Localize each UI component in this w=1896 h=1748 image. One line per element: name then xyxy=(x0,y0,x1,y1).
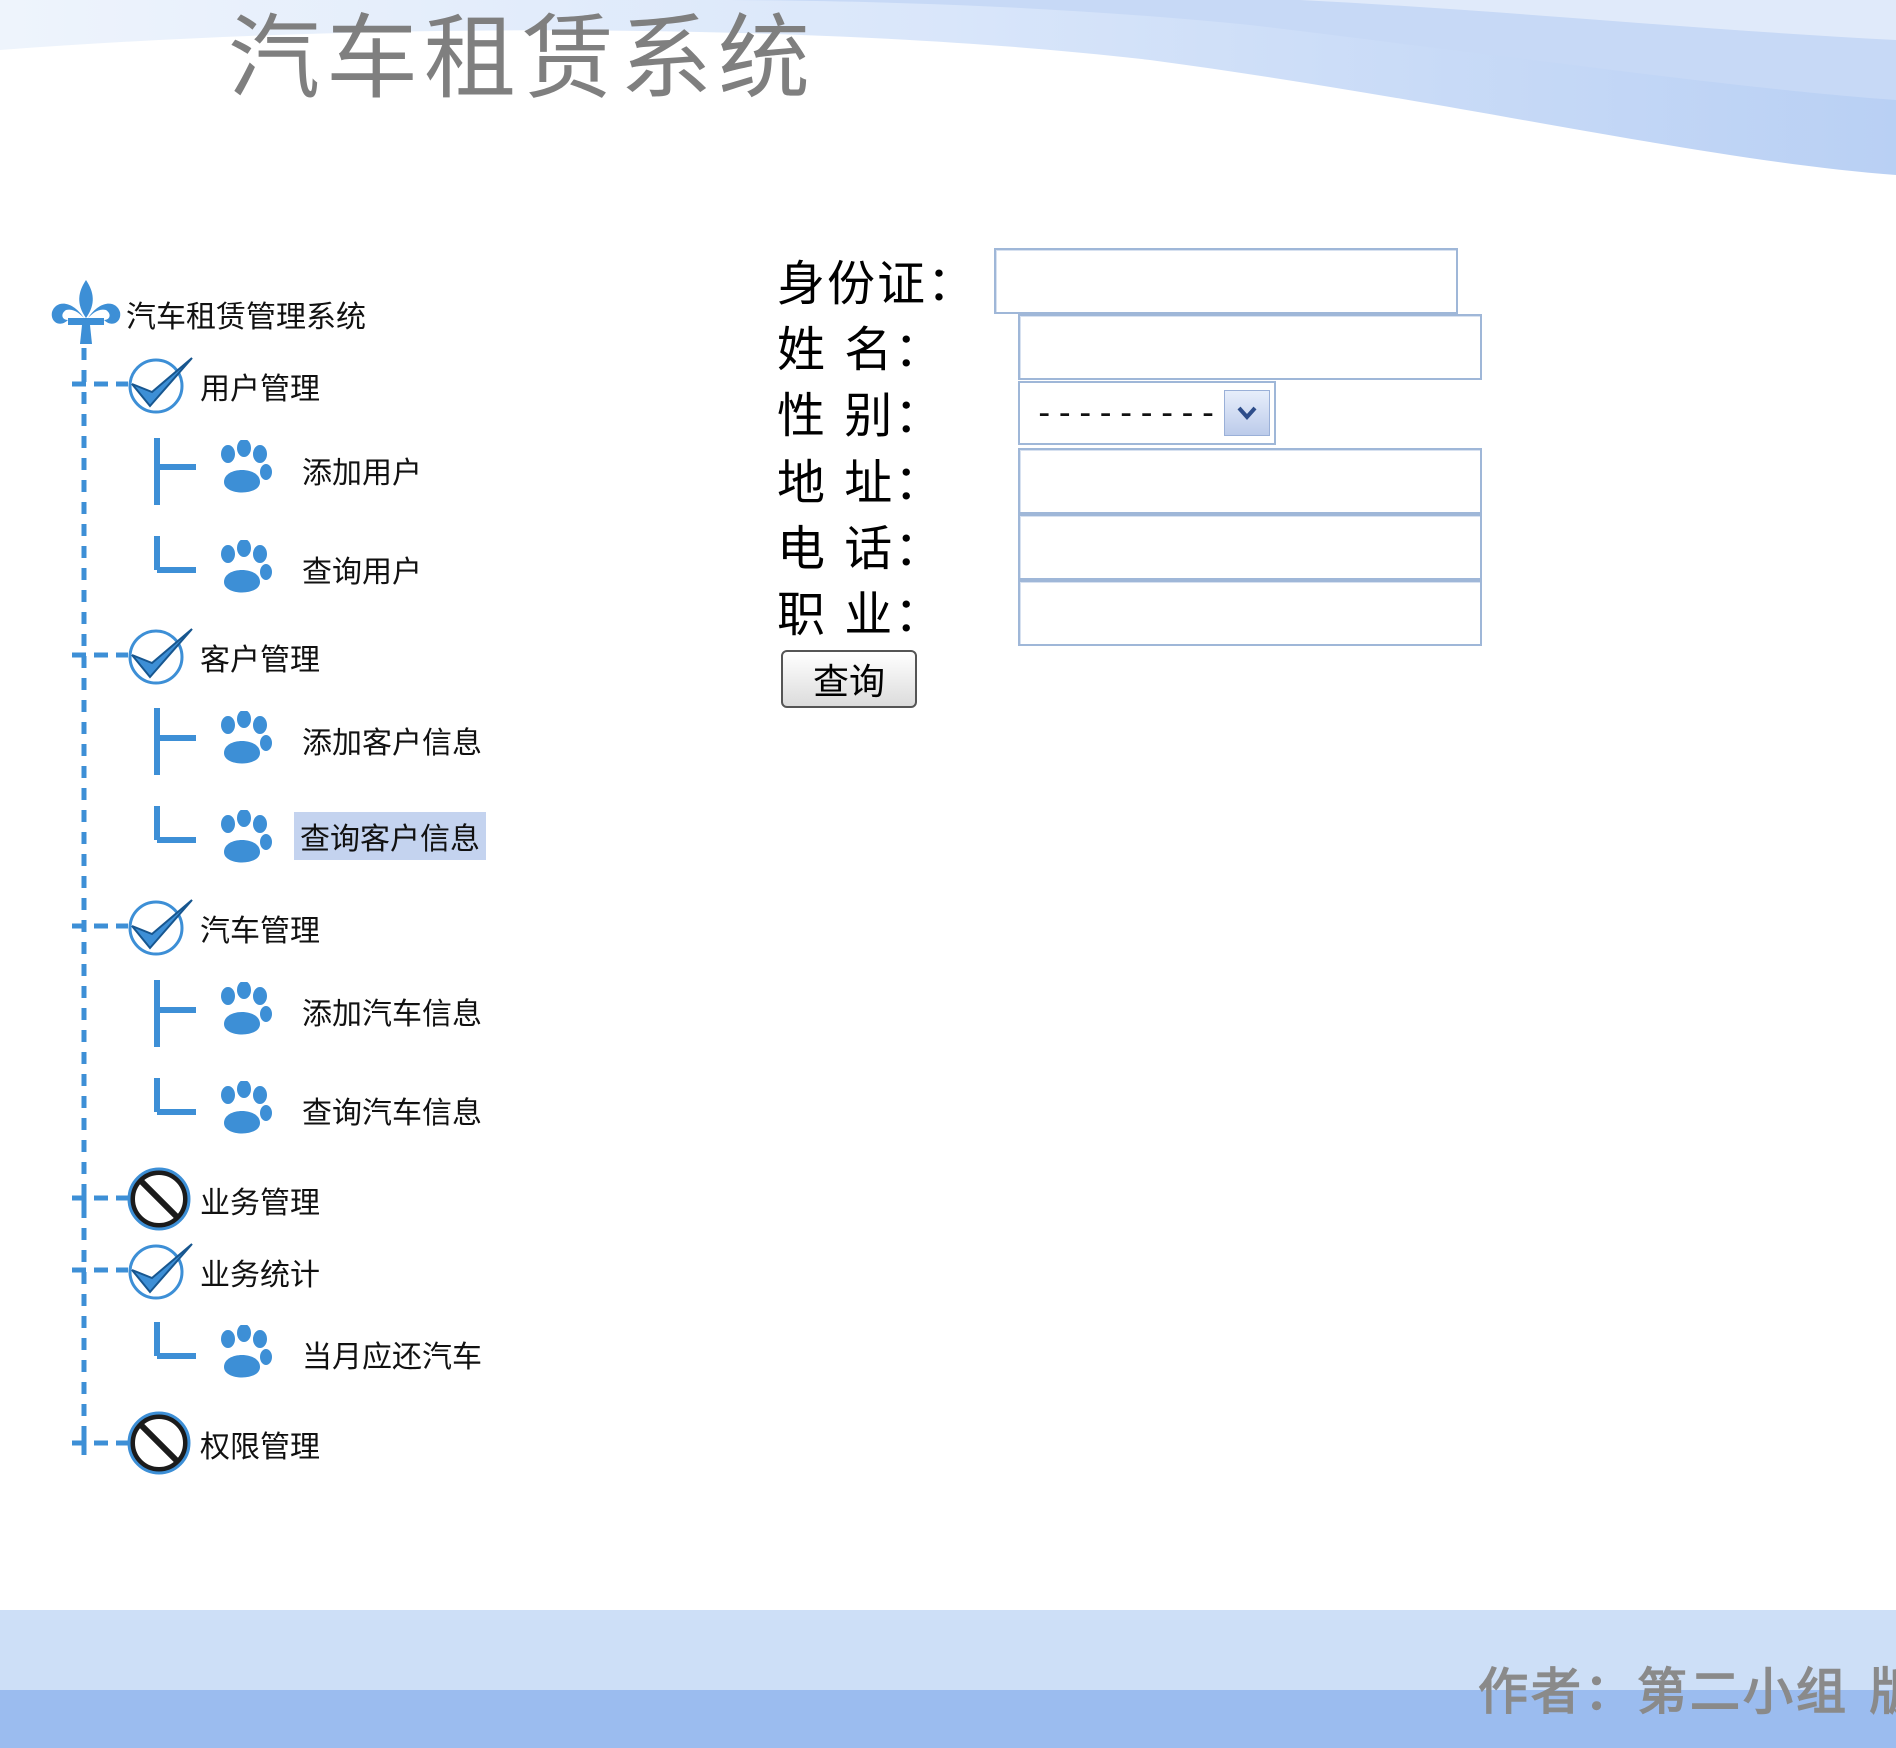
checkmark-icon xyxy=(128,899,193,956)
id-card-row: 身份证： xyxy=(777,244,977,314)
page-footer: 作者：第二小组 版 xyxy=(0,1610,1896,1748)
tree-root-label: 汽车租赁管理系统 xyxy=(126,300,366,335)
address-input[interactable] xyxy=(1018,448,1482,514)
gender-select[interactable]: --------- xyxy=(1018,381,1276,445)
id-card-input[interactable] xyxy=(994,248,1458,314)
paw-icon xyxy=(221,1081,272,1134)
tree-item-add-car[interactable]: 添加汽车信息 xyxy=(296,987,488,1035)
paw-icon xyxy=(221,1325,272,1378)
nav-tree: 汽车租赁管理系统 用户管理 添加用户 查询用户 客户管理 添加客户信息 查询客户… xyxy=(0,0,700,1560)
gender-label: 性 别： xyxy=(777,388,945,444)
job-row: 职 业： xyxy=(777,575,944,645)
phone-input[interactable] xyxy=(1018,514,1482,580)
address-label: 地 址： xyxy=(777,455,945,511)
tree-group-user-management[interactable]: 用户管理 xyxy=(194,362,326,410)
checkmark-icon xyxy=(128,628,193,685)
tree-group-label: 汽车管理 xyxy=(200,914,320,949)
phone-row: 电 话： xyxy=(777,509,944,579)
paw-icon xyxy=(221,982,272,1035)
tree-group-customer-management[interactable]: 客户管理 xyxy=(194,633,326,681)
tree-group-label: 权限管理 xyxy=(200,1430,320,1465)
paw-icon xyxy=(221,810,272,863)
id-card-label: 身份证： xyxy=(777,256,978,312)
phone-label: 电 话： xyxy=(777,521,945,577)
paw-icon xyxy=(221,440,272,493)
tree-item-add-customer[interactable]: 添加客户信息 xyxy=(296,716,488,764)
tree-item-query-user[interactable]: 查询用户 xyxy=(296,545,428,593)
tree-group-label: 用户管理 xyxy=(200,372,320,407)
paw-icon xyxy=(221,540,272,593)
query-button[interactable]: 查询 xyxy=(781,650,917,708)
tree-group-label: 业务统计 xyxy=(200,1258,320,1293)
gender-row: 性 别： xyxy=(777,376,944,446)
tree-group-label: 业务管理 xyxy=(200,1186,320,1221)
footer-author-text: 作者：第二小组 版 xyxy=(1478,1662,1896,1721)
checkmark-icon xyxy=(128,1243,193,1300)
tree-group-business-statistics[interactable]: 业务统计 xyxy=(194,1248,326,1296)
tree-item-label: 查询汽车信息 xyxy=(302,1096,482,1131)
tree-group-permission-management[interactable]: 权限管理 xyxy=(194,1420,326,1468)
tree-item-label: 查询客户信息 xyxy=(294,812,486,860)
tree-group-business-management[interactable]: 业务管理 xyxy=(194,1176,326,1224)
name-row: 姓 名： xyxy=(777,310,944,380)
tree-item-add-user[interactable]: 添加用户 xyxy=(296,446,428,494)
no-entry-icon xyxy=(127,1411,191,1475)
name-label: 姓 名： xyxy=(777,322,945,378)
tree-item-cars-due-this-month[interactable]: 当月应还汽车 xyxy=(296,1330,488,1378)
tree-group-label: 客户管理 xyxy=(200,643,320,678)
tree-item-label: 添加用户 xyxy=(302,456,422,491)
address-row: 地 址： xyxy=(777,443,944,513)
no-entry-icon xyxy=(127,1167,191,1231)
checkmark-icon xyxy=(128,357,193,414)
tree-item-label: 当月应还汽车 xyxy=(302,1340,482,1375)
tree-group-car-management[interactable]: 汽车管理 xyxy=(194,904,326,952)
job-input[interactable] xyxy=(1018,580,1482,646)
job-label: 职 业： xyxy=(777,587,945,643)
gender-select-value: --------- xyxy=(1034,393,1219,433)
paw-icon xyxy=(221,711,272,764)
tree-item-query-customer[interactable]: 查询客户信息 xyxy=(294,812,486,860)
chevron-down-icon[interactable] xyxy=(1224,390,1270,436)
tree-item-label: 添加汽车信息 xyxy=(302,997,482,1032)
fleur-de-lis-icon xyxy=(51,280,121,344)
tree-item-label: 添加客户信息 xyxy=(302,726,482,761)
tree-item-query-car[interactable]: 查询汽车信息 xyxy=(296,1086,488,1134)
tree-root[interactable]: 汽车租赁管理系统 xyxy=(120,290,372,338)
tree-connector-lines xyxy=(72,348,196,1455)
tree-item-label: 查询用户 xyxy=(302,555,422,590)
name-input[interactable] xyxy=(1018,314,1482,380)
